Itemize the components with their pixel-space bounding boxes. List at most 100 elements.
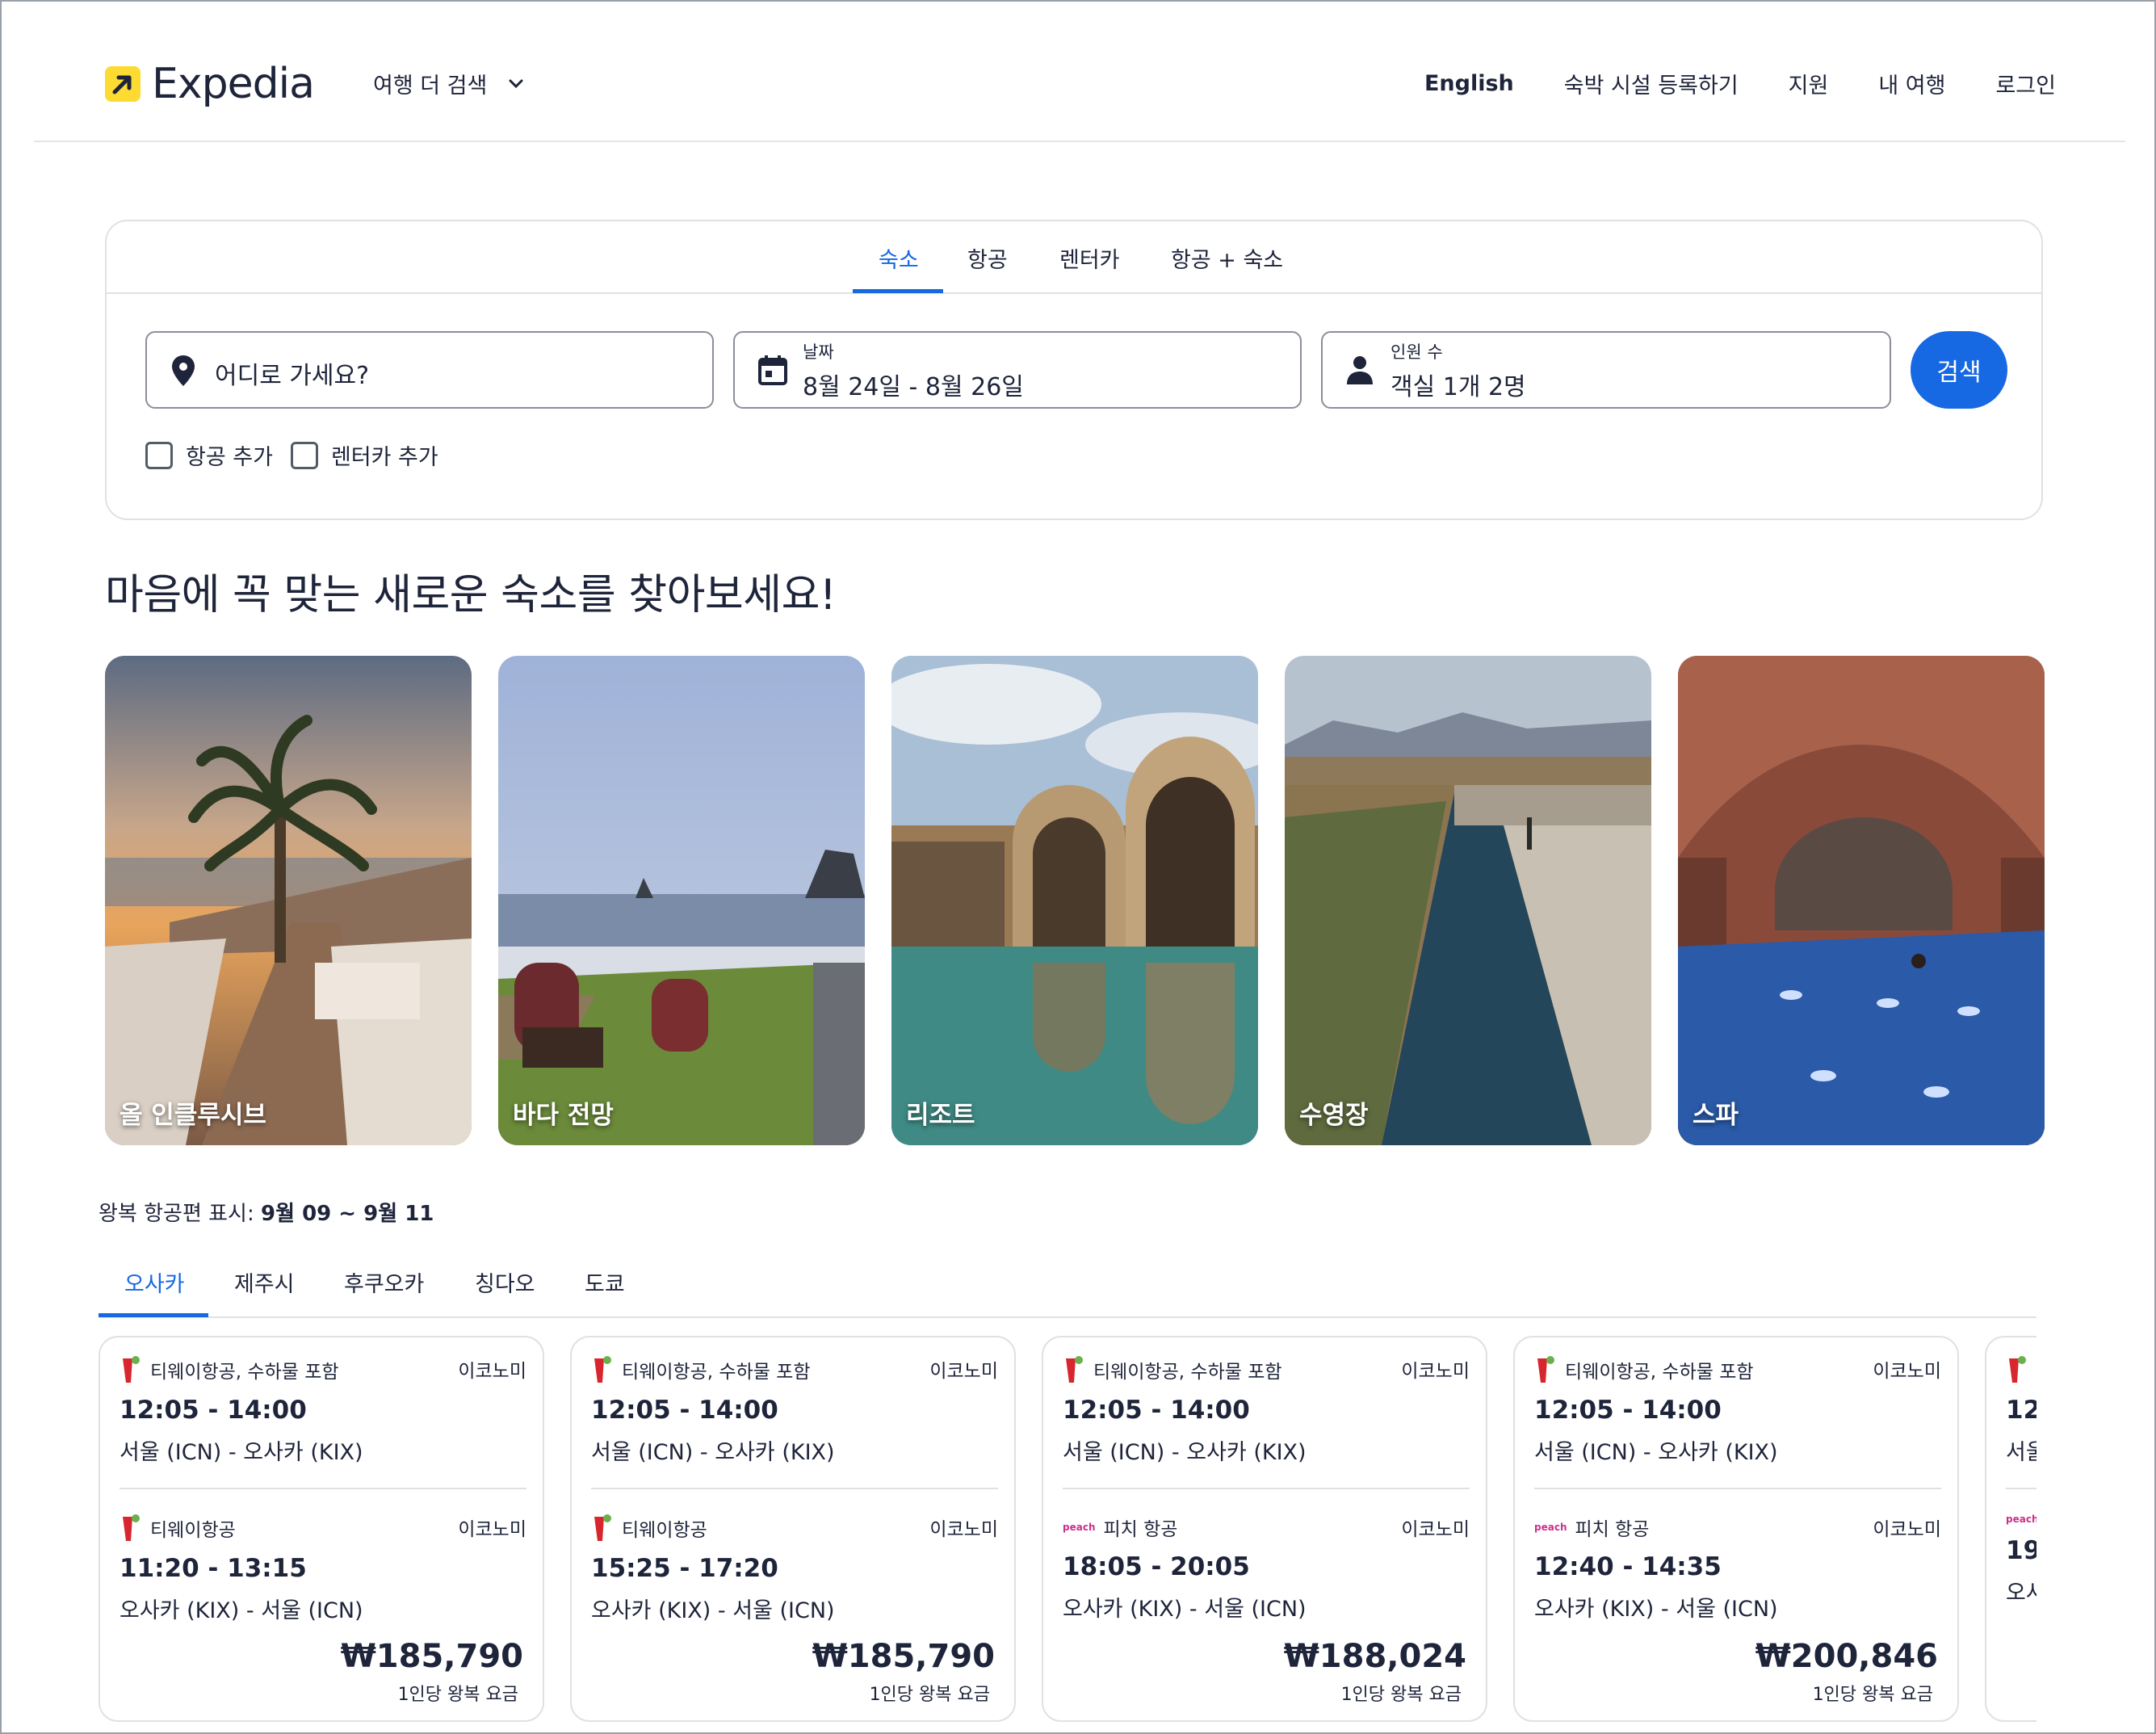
cabin-class: 이코노미: [929, 1519, 998, 1540]
tab-flights[interactable]: 항공: [967, 242, 1008, 274]
stay-type-tiles: 올 인클루시브 바다 전망 리조트 수영장 스파: [105, 656, 2045, 1145]
flight-card[interactable]: 티웨이항공, 수하물 포함 이코노미 12:05 - 14:00 서울 (ICN…: [570, 1336, 1016, 1722]
search-card: 숙소 항공 렌터카 항공 + 숙소 어디로 가세요? 날짜 8월 24일 - 8…: [105, 220, 2043, 520]
divider: [1534, 1488, 1941, 1489]
flights-heading: 왕복 항공편 표시: 9월 09 ~ 9월 11: [99, 1197, 434, 1227]
more-travel-menu[interactable]: 여행 더 검색: [373, 68, 524, 99]
cabin-class: 이코노미: [929, 1361, 998, 1382]
destination-placeholder: 어디로 가세요?: [215, 362, 370, 390]
price: ₩188,024: [1283, 1638, 1466, 1675]
return-segment: 티웨이항공 이코노미 15:25 - 17:20 오사카 (KIX) - 서울 …: [591, 1514, 998, 1624]
divider: [2006, 1488, 2036, 1489]
chevron-down-icon: [509, 79, 523, 88]
tway-logo-icon: [1537, 1356, 1554, 1383]
price: ₩185,790: [340, 1638, 523, 1675]
flight-route: 오사카 (KIX) - 서울 (ICN): [120, 1598, 363, 1623]
tab-tokyo[interactable]: 도쿄: [585, 1266, 625, 1298]
tile-resort[interactable]: 리조트: [891, 656, 1258, 1145]
brand-name: Expedia: [152, 60, 315, 108]
tway-logo-icon: [123, 1514, 140, 1541]
logo-arrow-icon: [105, 66, 141, 102]
list-property-link[interactable]: 숙박 시설 등록하기: [1564, 68, 1739, 99]
header-nav: English 숙박 시설 등록하기 지원 내 여행 로그인: [1374, 68, 2056, 99]
more-travel-label: 여행 더 검색: [373, 73, 488, 99]
flight-time: 12:05 - 14:00: [591, 1396, 778, 1425]
search-button[interactable]: 검색: [1911, 331, 2007, 409]
checkbox-box[interactable]: [290, 441, 318, 469]
flight-time: 12:40 - 14:35: [1534, 1552, 1722, 1581]
flight-route: 서울 (ICN) - 오사카 (KIX): [591, 1440, 835, 1465]
tile-pool[interactable]: 수영장: [1285, 656, 1651, 1145]
airline-name: 티웨이항공: [150, 1520, 236, 1541]
tab-osaka[interactable]: 오사카: [124, 1266, 185, 1298]
tway-logo-icon: [594, 1356, 611, 1383]
airline-name: 티웨이항공, 수하물 포함: [150, 1362, 339, 1383]
date-value: 8월 24일 - 8월 26일: [803, 373, 1024, 401]
price-note: 1인당 왕복 요금: [1812, 1685, 1933, 1705]
guests-label: 인원 수: [1390, 342, 1443, 362]
flight-card-partial[interactable]: 12: 서울 peach 19: 오사: [1985, 1336, 2036, 1722]
divider: [591, 1488, 998, 1489]
tile-all-inclusive[interactable]: 올 인클루시브: [105, 656, 472, 1145]
support-link[interactable]: 지원: [1789, 68, 1829, 99]
add-car-checkbox[interactable]: 렌터카 추가: [290, 439, 438, 471]
divider: [1063, 1488, 1470, 1489]
location-pin-icon: [172, 355, 195, 386]
outbound-segment: 티웨이항공, 수하물 포함 이코노미 12:05 - 14:00 서울 (ICN…: [120, 1355, 526, 1466]
tab-stays[interactable]: 숙소: [879, 242, 919, 274]
tile-label: 올 인클루시브: [120, 1101, 266, 1130]
language-link[interactable]: English: [1424, 71, 1514, 96]
flight-route: 서울 (ICN) - 오사카 (KIX): [120, 1440, 363, 1465]
tab-qingdao[interactable]: 칭다오: [475, 1266, 535, 1298]
login-link[interactable]: 로그인: [1995, 68, 2056, 99]
price-note: 1인당 왕복 요금: [869, 1685, 990, 1705]
divider: [120, 1488, 526, 1489]
tway-logo-icon: [1066, 1356, 1083, 1383]
tile-spa[interactable]: 스파: [1678, 656, 2045, 1145]
date-field[interactable]: 날짜 8월 24일 - 8월 26일: [733, 331, 1302, 409]
peach-logo-icon: peach: [1063, 1522, 1096, 1533]
cabin-class: 이코노미: [458, 1519, 526, 1540]
price: ₩200,846: [1755, 1638, 1938, 1675]
flight-time: 15:25 - 17:20: [591, 1554, 778, 1583]
airline-name: 티웨이항공, 수하물 포함: [622, 1362, 811, 1383]
flight-card[interactable]: 티웨이항공, 수하물 포함 이코노미 12:05 - 14:00 서울 (ICN…: [1513, 1336, 1959, 1722]
expedia-logo[interactable]: Expedia: [105, 60, 315, 108]
outbound-segment: 티웨이항공, 수하물 포함 이코노미 12:05 - 14:00 서울 (ICN…: [1063, 1355, 1470, 1466]
add-car-label: 렌터카 추가: [330, 445, 438, 470]
tab-cars[interactable]: 렌터카: [1059, 242, 1120, 274]
date-label: 날짜: [803, 342, 834, 362]
person-icon: [1347, 356, 1373, 384]
airline-name: 티웨이항공: [622, 1520, 707, 1541]
airline-name: 티웨이항공, 수하물 포함: [1565, 1362, 1754, 1383]
tile-label: 리조트: [906, 1101, 975, 1130]
checkbox-box[interactable]: [145, 441, 173, 469]
cabin-class: 이코노미: [1873, 1519, 1941, 1540]
airline-row: [2006, 1355, 2036, 1384]
my-trips-link[interactable]: 내 여행: [1878, 68, 1945, 99]
add-flight-checkbox[interactable]: 항공 추가: [145, 439, 273, 471]
tab-fukuoka[interactable]: 후쿠오카: [344, 1266, 424, 1298]
resort-image: [891, 656, 1258, 1145]
airline-name: 티웨이항공, 수하물 포함: [1093, 1362, 1282, 1383]
tab-jeju[interactable]: 제주시: [234, 1266, 295, 1298]
flight-route: 서울 (ICN) - 오사카 (KIX): [1063, 1440, 1307, 1465]
tile-label: 바다 전망: [513, 1101, 614, 1130]
return-segment: peach 피치 항공 이코노미 18:05 - 20:05 오사카 (KIX)…: [1063, 1514, 1470, 1623]
outbound-segment: 12: 서울: [2006, 1355, 2036, 1466]
flight-time: 18:05 - 20:05: [1063, 1552, 1250, 1581]
tway-logo-icon: [123, 1356, 140, 1383]
tab-packages[interactable]: 항공 + 숙소: [1171, 242, 1283, 274]
airline-name: 피치 항공: [1103, 1519, 1178, 1540]
destination-input[interactable]: 어디로 가세요?: [145, 331, 714, 409]
cabin-class: 이코노미: [458, 1361, 526, 1382]
flight-card[interactable]: 티웨이항공, 수하물 포함 이코노미 12:05 - 14:00 서울 (ICN…: [99, 1336, 544, 1722]
flight-route: 서울 (ICN) - 오사카 (KIX): [1534, 1440, 1778, 1465]
flight-route: 오사카 (KIX) - 서울 (ICN): [1534, 1597, 1778, 1622]
tile-ocean-view[interactable]: 바다 전망: [498, 656, 865, 1145]
guests-field[interactable]: 인원 수 객실 1개 2명: [1321, 331, 1891, 409]
tway-logo-icon: [2009, 1356, 2026, 1383]
flight-card[interactable]: 티웨이항공, 수하물 포함 이코노미 12:05 - 14:00 서울 (ICN…: [1042, 1336, 1487, 1722]
calendar-icon: [758, 355, 787, 385]
flight-time: 11:20 - 13:15: [120, 1554, 307, 1583]
